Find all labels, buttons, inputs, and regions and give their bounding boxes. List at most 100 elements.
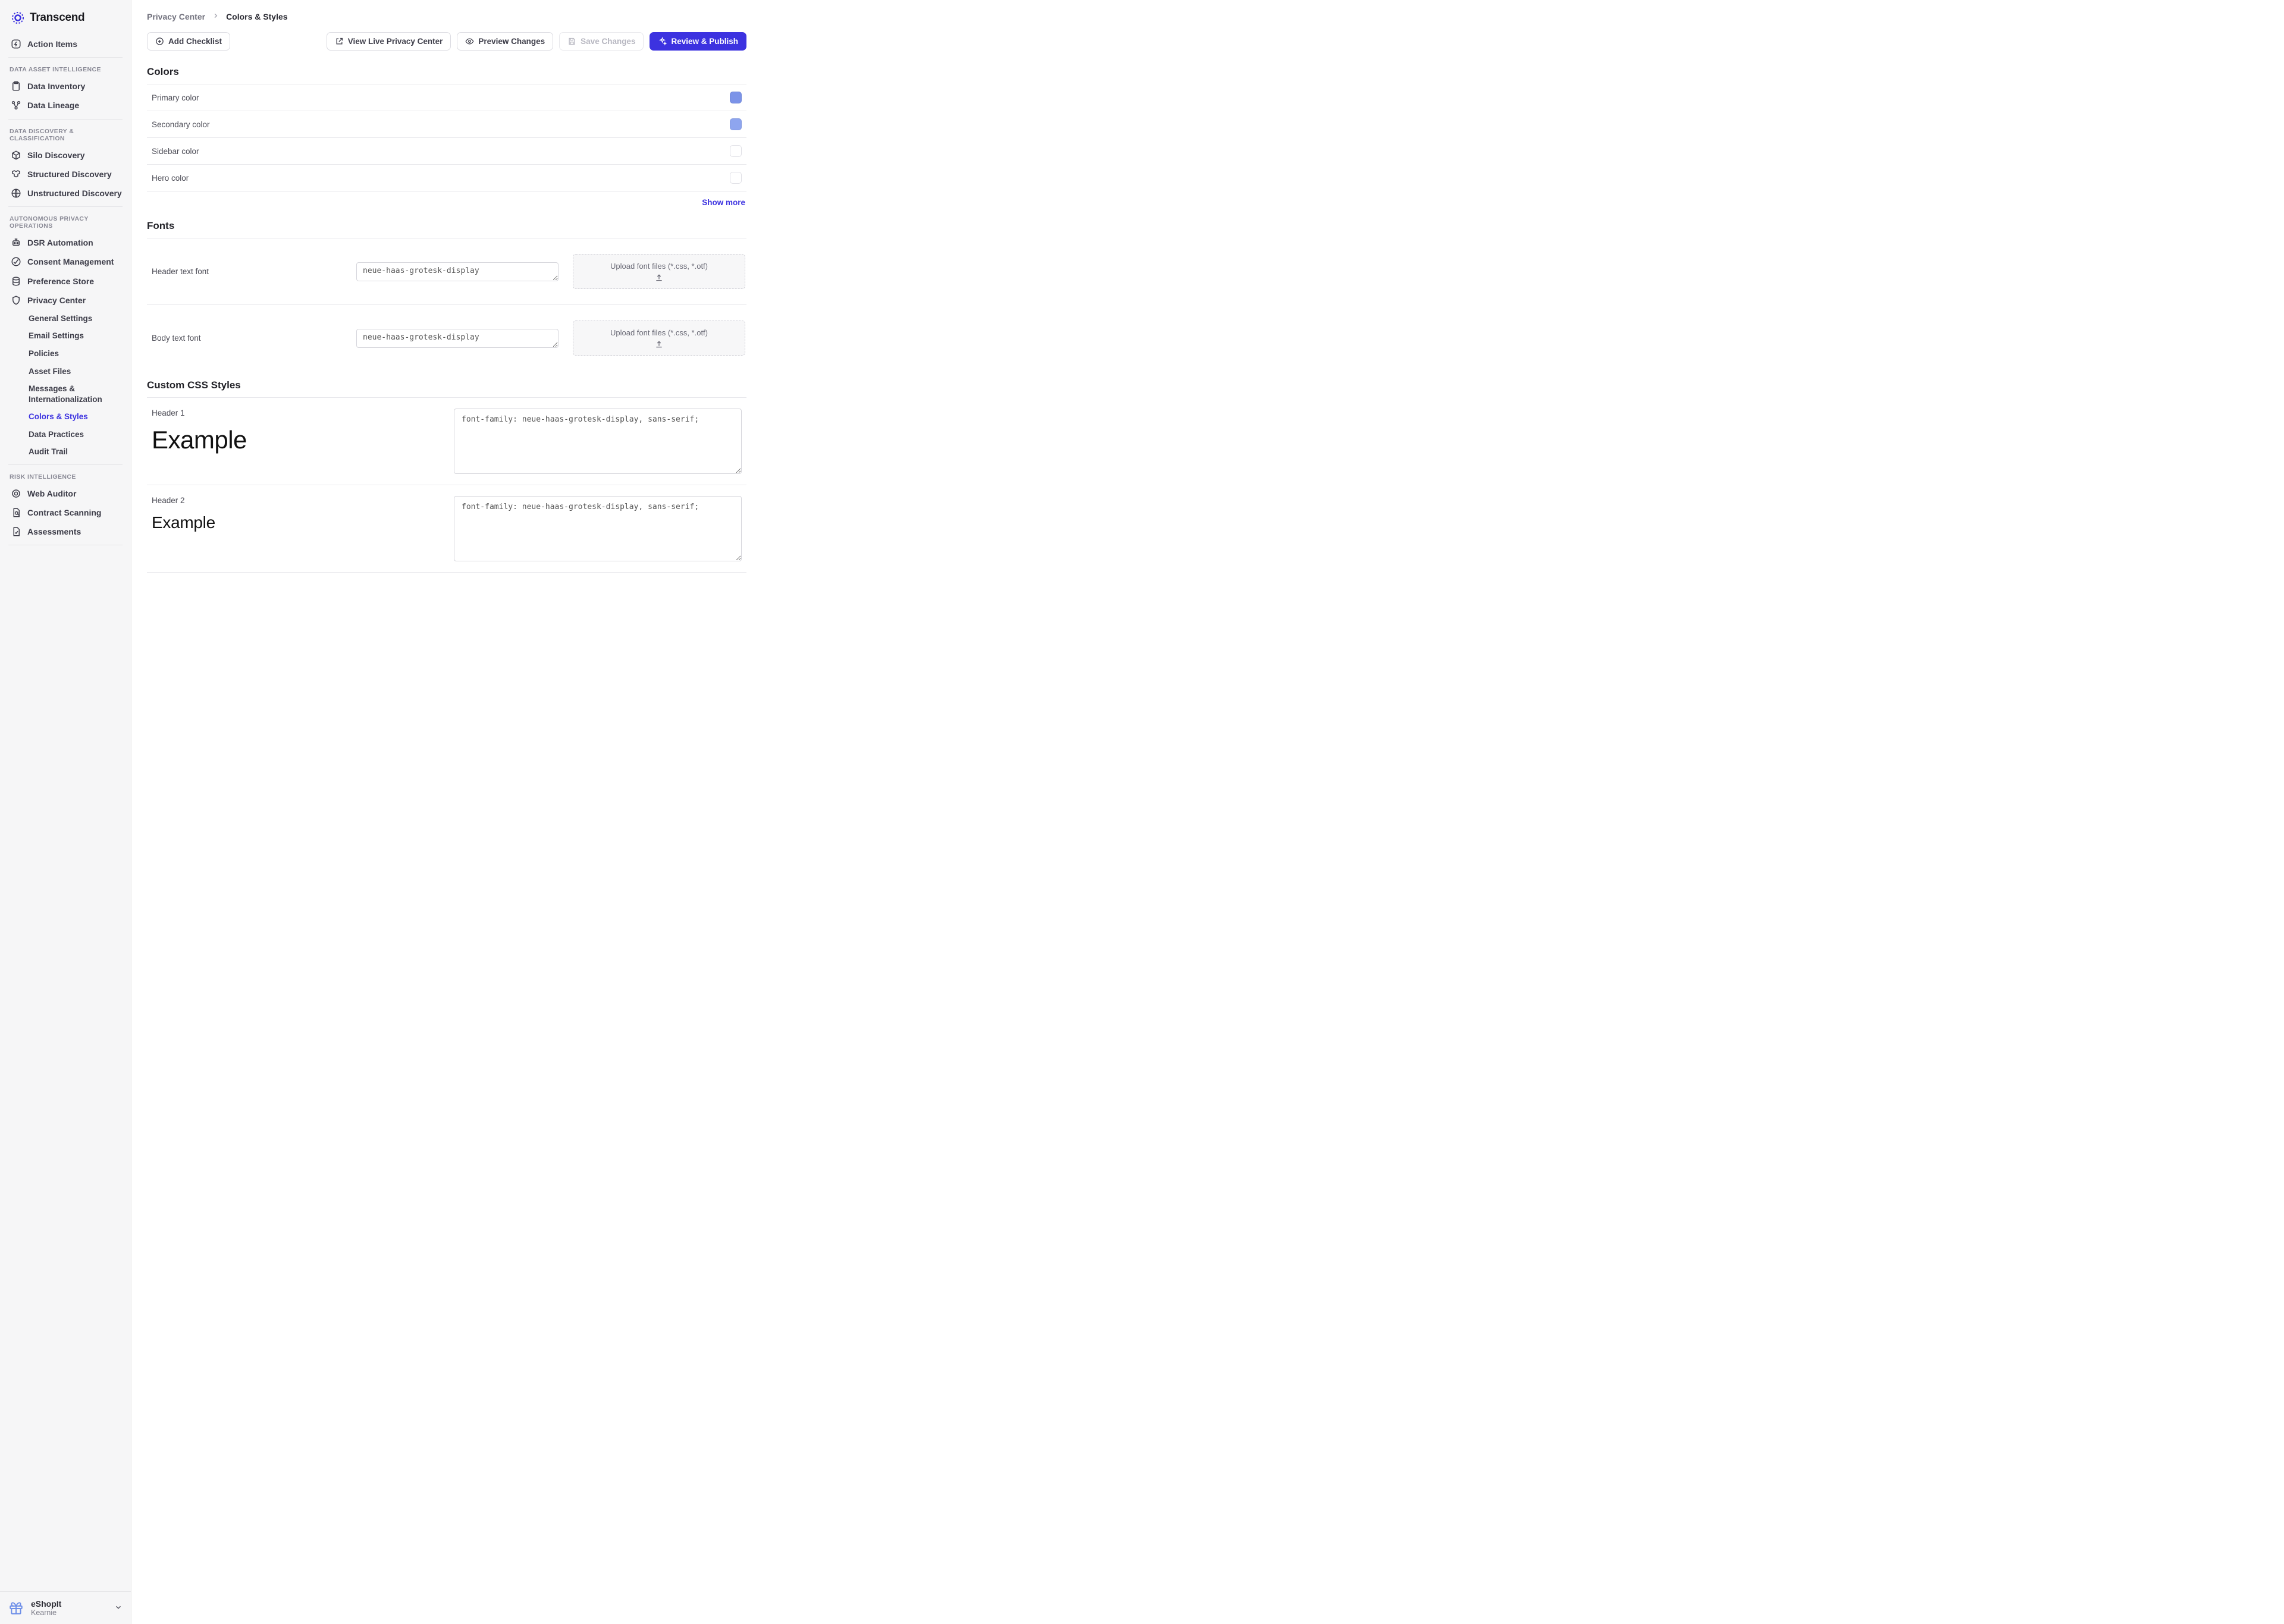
sidebar-item-label: Contract Scanning bbox=[27, 507, 101, 518]
cube-icon bbox=[11, 150, 21, 161]
sidebar-item-label: Structured Discovery bbox=[27, 169, 112, 180]
database-icon bbox=[11, 276, 21, 287]
sidebar-item-structured-discovery[interactable]: Structured Discovery bbox=[0, 165, 131, 184]
plus-circle-icon bbox=[155, 37, 164, 46]
sidebar-item-data-lineage[interactable]: Data Lineage bbox=[0, 96, 131, 115]
main-content: Privacy Center Colors & Styles Add Check… bbox=[131, 0, 2284, 1624]
sidebar-item-web-auditor[interactable]: Web Auditor bbox=[0, 484, 131, 503]
sidebar-subitem-general-settings[interactable]: General Settings bbox=[0, 310, 131, 328]
body-font-upload[interactable]: Upload font files (*.css, *.otf) bbox=[573, 321, 745, 356]
body-font-input[interactable] bbox=[356, 329, 559, 348]
save-changes-button: Save Changes bbox=[559, 32, 644, 51]
sidebar-subitem-asset-files[interactable]: Asset Files bbox=[0, 363, 131, 381]
sidebar-section-label: DATA ASSET INTELLIGENCE bbox=[0, 58, 131, 77]
sidebar-item-label: DSR Automation bbox=[27, 237, 93, 248]
brand-name: Transcend bbox=[30, 11, 84, 24]
css-example-text: Example bbox=[152, 426, 440, 454]
sidebar-subitem-email-settings[interactable]: Email Settings bbox=[0, 327, 131, 345]
view-live-button[interactable]: View Live Privacy Center bbox=[327, 32, 451, 51]
doc-search-icon bbox=[11, 507, 21, 518]
chevron-down-icon bbox=[114, 1603, 123, 1613]
sidebar-item-preference-store[interactable]: Preference Store bbox=[0, 272, 131, 291]
add-checklist-button[interactable]: Add Checklist bbox=[147, 32, 230, 51]
colors-heading: Colors bbox=[147, 64, 746, 78]
color-swatch[interactable] bbox=[730, 172, 742, 184]
sidebar-item-label: Action Items bbox=[27, 39, 77, 49]
sidebar-item-silo-discovery[interactable]: Silo Discovery bbox=[0, 146, 131, 165]
upload-label: Upload font files (*.css, *.otf) bbox=[610, 262, 708, 271]
org-name: eShopIt bbox=[31, 1599, 107, 1609]
upload-icon bbox=[654, 340, 664, 349]
org-switcher[interactable]: eShopIt Kearnie bbox=[0, 1591, 131, 1624]
nodes-icon bbox=[11, 100, 21, 111]
sidebar-subitem-data-practices[interactable]: Data Practices bbox=[0, 426, 131, 444]
brand-icon bbox=[11, 11, 25, 25]
header-font-input[interactable] bbox=[356, 262, 559, 281]
gift-icon bbox=[8, 1600, 24, 1616]
sidebar-item-assessments[interactable]: Assessments bbox=[0, 522, 131, 541]
target-icon bbox=[11, 488, 21, 499]
color-row: Primary color bbox=[147, 84, 746, 111]
sidebar-item-privacy-center[interactable]: Privacy Center bbox=[0, 291, 131, 310]
chevron-right-icon bbox=[212, 12, 219, 21]
color-swatch[interactable] bbox=[730, 145, 742, 157]
preview-changes-button[interactable]: Preview Changes bbox=[457, 32, 553, 51]
css-label: Header 2 bbox=[152, 496, 440, 505]
sidebar-section-label: RISK INTELLIGENCE bbox=[0, 465, 131, 484]
body-font-label: Body text font bbox=[152, 334, 342, 343]
breadcrumb-root[interactable]: Privacy Center bbox=[147, 12, 205, 21]
sidebar-section-label: AUTONOMOUS PRIVACY OPERATIONS bbox=[0, 207, 131, 233]
css-example-text: Example bbox=[152, 513, 440, 532]
sidebar-subitem-policies[interactable]: Policies bbox=[0, 345, 131, 363]
color-row: Sidebar color bbox=[147, 138, 746, 165]
clipboard-icon bbox=[11, 81, 21, 92]
sidebar-item-label: Privacy Center bbox=[27, 295, 86, 306]
sidebar-item-label: Web Auditor bbox=[27, 488, 76, 499]
color-label: Secondary color bbox=[152, 120, 210, 129]
sparkle-icon bbox=[658, 37, 667, 46]
sidebar-item-dsr-automation[interactable]: DSR Automation bbox=[0, 233, 131, 252]
sidebar-subitem-colors-styles[interactable]: Colors & Styles bbox=[0, 408, 131, 426]
button-label: Add Checklist bbox=[168, 37, 222, 46]
consent-icon bbox=[11, 256, 21, 267]
sidebar-item-unstructured-discovery[interactable]: Unstructured Discovery bbox=[0, 184, 131, 203]
button-label: Preview Changes bbox=[478, 37, 545, 46]
css-row: Header 1Example bbox=[147, 398, 746, 485]
external-link-icon bbox=[335, 37, 344, 46]
sidebar-item-label: Assessments bbox=[27, 526, 81, 537]
sidebar-item-action-items[interactable]: Action Items bbox=[0, 34, 131, 54]
sidebar-subitem-messages-i18n[interactable]: Messages & Internationalization bbox=[0, 380, 131, 408]
header-font-upload[interactable]: Upload font files (*.css, *.otf) bbox=[573, 254, 745, 289]
upload-label: Upload font files (*.css, *.otf) bbox=[610, 328, 708, 337]
sidebar-item-contract-scanning[interactable]: Contract Scanning bbox=[0, 503, 131, 522]
sidebar-item-label: Unstructured Discovery bbox=[27, 188, 122, 199]
hexgrid-icon bbox=[11, 169, 21, 180]
doc-check-icon bbox=[11, 526, 21, 537]
button-label: Save Changes bbox=[581, 37, 635, 46]
color-row: Secondary color bbox=[147, 111, 746, 138]
fonts-heading: Fonts bbox=[147, 218, 746, 232]
sidebar-item-consent-management[interactable]: Consent Management bbox=[0, 252, 131, 271]
css-value-input[interactable] bbox=[454, 409, 742, 474]
header-font-label: Header text font bbox=[152, 267, 342, 276]
sidebar-item-label: Consent Management bbox=[27, 256, 114, 267]
eye-icon bbox=[465, 37, 474, 46]
sidebar-subitem-audit-trail[interactable]: Audit Trail bbox=[0, 443, 131, 461]
button-label: Review & Publish bbox=[671, 37, 738, 46]
color-label: Hero color bbox=[152, 174, 189, 183]
color-swatch[interactable] bbox=[730, 92, 742, 103]
brand-logo[interactable]: Transcend bbox=[0, 0, 131, 34]
sidebar-item-data-inventory[interactable]: Data Inventory bbox=[0, 77, 131, 96]
save-icon bbox=[567, 37, 576, 46]
css-value-input[interactable] bbox=[454, 496, 742, 561]
review-publish-button[interactable]: Review & Publish bbox=[650, 32, 746, 51]
robot-icon bbox=[11, 237, 21, 248]
show-more-link[interactable]: Show more bbox=[702, 198, 745, 207]
color-label: Sidebar color bbox=[152, 147, 199, 156]
color-swatch[interactable] bbox=[730, 118, 742, 130]
shield-icon bbox=[11, 295, 21, 306]
bolt-badge-icon bbox=[11, 39, 21, 49]
button-label: View Live Privacy Center bbox=[348, 37, 443, 46]
sidebar-item-label: Silo Discovery bbox=[27, 150, 85, 161]
upload-icon bbox=[654, 273, 664, 282]
